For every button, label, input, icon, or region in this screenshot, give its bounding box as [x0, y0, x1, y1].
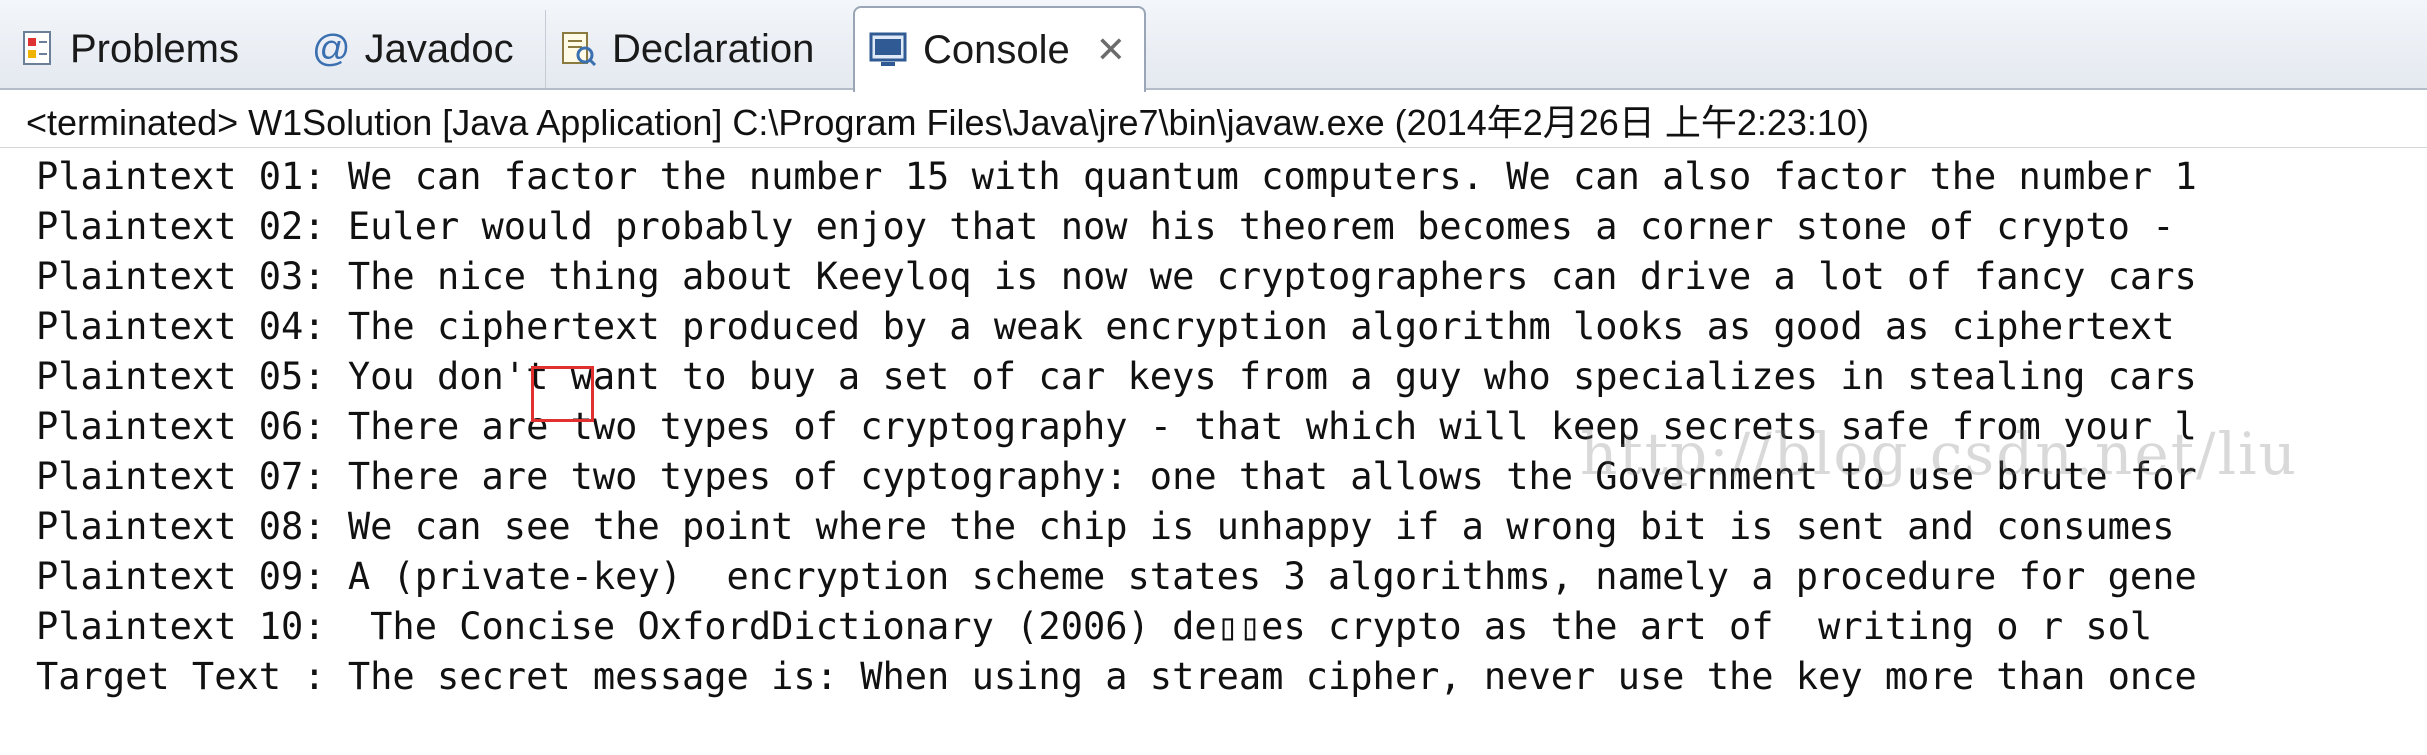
tab-problems[interactable]: Problems — [22, 10, 239, 88]
console-status: <terminated> W1Solution [Java Applicatio… — [0, 92, 2427, 148]
at-icon: @ — [312, 27, 351, 70]
console-line: Plaintext 09: A (private-key) encryption… — [36, 555, 2197, 598]
console-line: Plaintext 07: There are two types of cyp… — [36, 455, 2197, 498]
declaration-icon — [560, 30, 598, 68]
console-line: Plaintext 06: There are two types of cry… — [36, 405, 2197, 448]
console-line: Target Text : The secret message is: Whe… — [36, 655, 2197, 698]
console-line: Plaintext 02: Euler would probably enjoy… — [36, 205, 2175, 248]
console-line: Plaintext 03: The nice thing about Keeyl… — [36, 255, 2197, 298]
tab-declaration[interactable]: Declaration — [545, 10, 814, 88]
console-line: Plaintext 04: The ciphertext produced by… — [36, 305, 2175, 348]
console-line: Plaintext 01: We can factor the number 1… — [36, 155, 2197, 198]
problems-icon — [22, 30, 56, 68]
console-line: Plaintext 10: The Concise OxfordDictiona… — [36, 605, 2153, 648]
tab-problems-label: Problems — [70, 26, 239, 71]
tab-javadoc-label: Javadoc — [364, 26, 514, 71]
tab-javadoc[interactable]: @ Javadoc — [312, 10, 514, 88]
tab-console[interactable]: Console ✕ — [853, 6, 1146, 92]
tab-console-label: Console — [923, 27, 1070, 72]
tab-declaration-label: Declaration — [612, 26, 815, 71]
console-icon — [869, 31, 909, 69]
close-icon[interactable]: ✕ — [1096, 29, 1126, 71]
console-line: Plaintext 05: You don't want to buy a se… — [36, 355, 2197, 398]
console-line: Plaintext 08: We can see the point where… — [36, 505, 2175, 548]
view-tab-bar: Problems @ Javadoc Declaration Console ✕ — [0, 0, 2427, 92]
console-output[interactable]: Plaintext 01: We can factor the number 1… — [0, 150, 2427, 755]
